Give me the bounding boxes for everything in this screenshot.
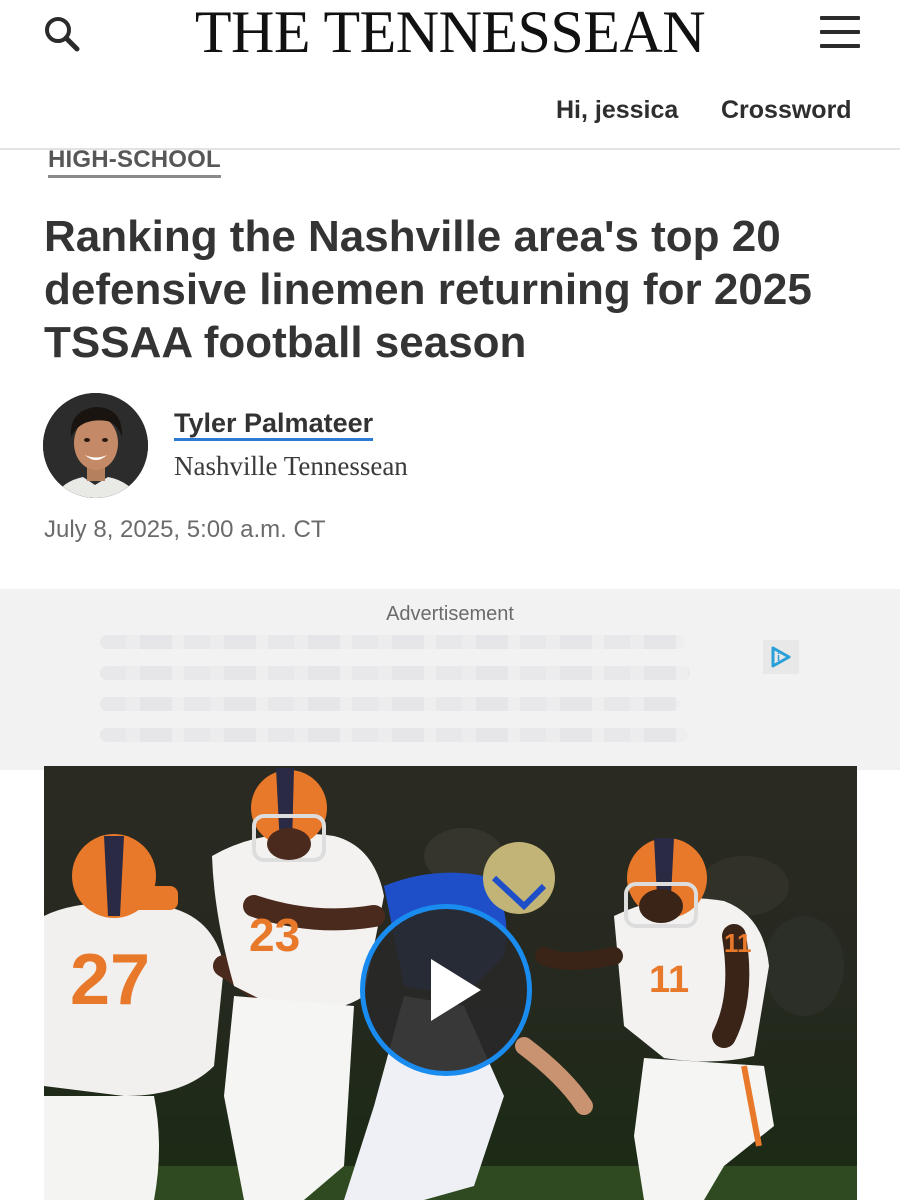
video-player[interactable]: 27 23 11 11: [44, 766, 857, 1200]
play-icon: [431, 959, 481, 1021]
jersey-number-27: 27: [70, 940, 150, 1020]
section-tag-link[interactable]: HIGH-SCHOOL: [48, 146, 221, 178]
advertisement-label: Advertisement: [386, 603, 514, 625]
jersey-number-23: 23: [249, 909, 300, 961]
jersey-number-11: 11: [649, 959, 689, 1001]
site-header: THE TENNESSEAN Hi, jessica Crossword: [0, 0, 900, 150]
ad-content-placeholder: [100, 635, 690, 753]
account-greeting-link[interactable]: Hi, jessica: [556, 96, 678, 125]
svg-text:i: i: [777, 652, 780, 664]
adchoices-icon[interactable]: i: [763, 640, 799, 674]
author-name-link[interactable]: Tyler Palmateer: [174, 408, 374, 441]
author-organization: Nashville Tennessean: [174, 451, 408, 481]
play-button[interactable]: [360, 904, 532, 1076]
article-headline: Ranking the Nashville area's top 20 defe…: [44, 212, 812, 367]
publish-date: July 8, 2025, 5:00 a.m. CT: [44, 516, 326, 543]
author-avatar[interactable]: [43, 393, 148, 498]
menu-button[interactable]: [816, 12, 864, 52]
crossword-link[interactable]: Crossword: [721, 96, 852, 125]
masthead-text: THE TENNESSEAN: [194, 0, 706, 65]
svg-text:11: 11: [724, 928, 752, 958]
advertisement-slot[interactable]: Advertisement i: [0, 589, 900, 770]
site-logo[interactable]: THE TENNESSEAN: [0, 0, 900, 62]
